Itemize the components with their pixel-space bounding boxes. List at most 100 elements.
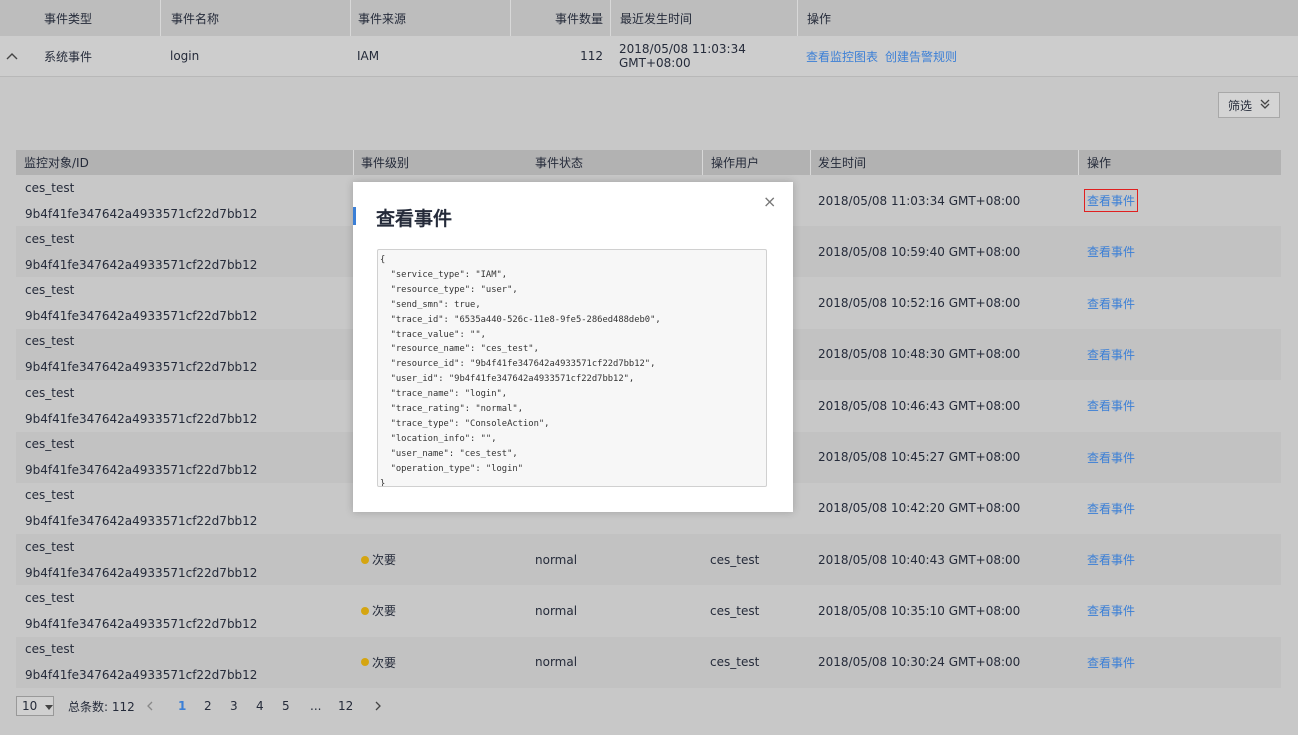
page-3[interactable]: 3	[230, 696, 238, 716]
monitor-object-id: 9b4f41fe347642a4933571cf22d7bb12	[25, 309, 258, 324]
page-12[interactable]: 12	[338, 696, 353, 716]
monitor-object-id: 9b4f41fe347642a4933571cf22d7bb12	[25, 616, 258, 631]
caret-down-icon	[45, 699, 54, 713]
occur-time: 2018/05/08 10:40:43 GMT+08:00	[818, 552, 1021, 567]
page-2[interactable]: 2	[204, 696, 212, 716]
header-latest-time: 最近发生时间	[610, 0, 797, 36]
view-event-label[interactable]: 查看事件	[1083, 189, 1139, 212]
monitor-object-name: ces_test	[25, 488, 75, 503]
view-event-dialog: 查看事件 × { "service_type": "IAM", "resourc…	[353, 182, 793, 512]
header-actions: 操作	[797, 0, 997, 36]
view-event-link[interactable]: 查看事件	[1087, 637, 1135, 688]
view-event-link[interactable]: 查看事件	[1087, 432, 1135, 483]
next-page-icon[interactable]	[374, 696, 382, 716]
create-alarm-rule-link[interactable]: 创建告警规则	[885, 36, 975, 76]
summary-time: 2018/05/08 11:03:34 GMT+08:00	[619, 42, 746, 70]
view-event-link[interactable]: 查看事件	[1087, 585, 1135, 636]
header-event-status: 事件状态	[535, 156, 584, 170]
view-monitoring-chart-label[interactable]: 查看监控图表	[806, 48, 878, 65]
filter-button[interactable]: 筛选	[1218, 92, 1280, 118]
event-status: normal	[535, 552, 578, 567]
view-event-label[interactable]: 查看事件	[1087, 295, 1135, 312]
occur-time: 2018/05/08 10:52:16 GMT+08:00	[818, 296, 1021, 311]
header-occur-time: 发生时间	[810, 150, 1078, 175]
monitor-object-id: 9b4f41fe347642a4933571cf22d7bb12	[25, 411, 258, 426]
page-ellipsis[interactable]: ...	[310, 696, 321, 716]
event-level: 次要	[361, 534, 396, 585]
table-row: ces_test 9b4f41fe347642a4933571cf22d7bb12…	[16, 636, 1281, 688]
summary-row: 系统事件 login IAM 112 2018/05/08 11:03:34 G…	[0, 36, 1298, 77]
monitor-object-name: ces_test	[25, 590, 75, 605]
monitor-object-id: 9b4f41fe347642a4933571cf22d7bb12	[25, 668, 258, 683]
occur-time: 2018/05/08 10:42:20 GMT+08:00	[818, 501, 1021, 516]
occur-time: 2018/05/08 10:59:40 GMT+08:00	[818, 244, 1021, 259]
event-status: normal	[535, 655, 578, 670]
view-monitoring-chart-link[interactable]: 查看监控图表	[806, 36, 886, 76]
prev-page-icon[interactable]	[146, 696, 154, 716]
summary-count: 112	[580, 49, 603, 63]
monitor-object-id: 9b4f41fe347642a4933571cf22d7bb12	[25, 565, 258, 580]
view-event-link[interactable]: 查看事件	[1087, 226, 1135, 277]
table-row: ces_test 9b4f41fe347642a4933571cf22d7bb12…	[16, 585, 1281, 637]
collapse-chevron-icon[interactable]	[6, 36, 26, 76]
close-icon[interactable]: ×	[763, 192, 776, 211]
header-event-count: 事件数量	[510, 0, 610, 36]
monitor-object-id: 9b4f41fe347642a4933571cf22d7bb12	[25, 463, 258, 477]
pagination: 10 总条数: 112 1 2 3 4 5 ... 12	[16, 696, 616, 716]
monitor-object-name: ces_test	[25, 231, 75, 246]
monitor-object-name: ces_test	[25, 334, 75, 349]
view-event-label[interactable]: 查看事件	[1087, 551, 1135, 568]
total-count: 总条数: 112	[68, 699, 135, 714]
event-summary-table: 事件类型 事件名称 事件来源 事件数量 最近发生时间 操作 系统事件 login…	[0, 0, 1298, 77]
view-event-label[interactable]: 查看事件	[1087, 243, 1135, 260]
event-level-label: 次要	[372, 655, 397, 670]
summary-type: 系统事件	[44, 49, 93, 64]
monitor-object-id: 9b4f41fe347642a4933571cf22d7bb12	[25, 206, 258, 221]
operator-user: ces_test	[710, 655, 760, 670]
operator-user: ces_test	[710, 552, 760, 567]
monitor-object-id: 9b4f41fe347642a4933571cf22d7bb12	[25, 360, 258, 375]
monitor-object-name: ces_test	[25, 180, 75, 195]
event-level-label: 次要	[372, 553, 397, 568]
minor-level-dot-icon	[361, 606, 369, 615]
monitor-object-name: ces_test	[25, 283, 75, 298]
view-event-link[interactable]: 查看事件	[1087, 329, 1135, 380]
monitor-object-name: ces_test	[25, 642, 75, 657]
monitor-object-id: 9b4f41fe347642a4933571cf22d7bb12	[25, 514, 258, 529]
event-level: 次要	[361, 637, 396, 688]
header-monitor-object: 监控对象/ID	[24, 156, 89, 170]
view-event-label[interactable]: 查看事件	[1087, 654, 1135, 671]
view-event-link[interactable]: 查看事件	[1087, 534, 1135, 585]
occur-time: 2018/05/08 10:48:30 GMT+08:00	[818, 347, 1021, 362]
page-1[interactable]: 1	[178, 696, 186, 716]
monitor-object-name: ces_test	[25, 437, 75, 451]
view-event-link[interactable]: 查看事件	[1087, 483, 1135, 534]
page-size-select[interactable]: 10	[16, 696, 54, 716]
title-accent-bar	[353, 207, 356, 225]
occur-time: 2018/05/08 11:03:34 GMT+08:00	[818, 193, 1021, 208]
view-event-label[interactable]: 查看事件	[1087, 397, 1135, 414]
header-event-action: 操作	[1078, 150, 1278, 175]
header-event-type: 事件类型	[44, 11, 93, 26]
occur-time: 2018/05/08 10:46:43 GMT+08:00	[818, 398, 1021, 413]
monitor-object-id: 9b4f41fe347642a4933571cf22d7bb12	[25, 257, 258, 272]
event-json-viewer: { "service_type": "IAM", "resource_type"…	[377, 249, 767, 487]
view-event-link[interactable]: 查看事件	[1087, 278, 1135, 329]
event-level: 次要	[361, 585, 396, 636]
double-chevron-down-icon	[1260, 98, 1270, 112]
view-event-link[interactable]: 查看事件	[1087, 380, 1135, 431]
event-status: normal	[535, 603, 578, 618]
view-event-label[interactable]: 查看事件	[1087, 500, 1135, 517]
create-alarm-rule-label[interactable]: 创建告警规则	[885, 48, 957, 65]
view-event-label[interactable]: 查看事件	[1087, 602, 1135, 619]
filter-label: 筛选	[1227, 98, 1252, 113]
header-event-level: 事件级别	[353, 150, 528, 175]
view-event-label[interactable]: 查看事件	[1087, 346, 1135, 363]
monitor-object-name: ces_test	[25, 385, 75, 400]
view-event-link[interactable]: 查看事件	[1083, 175, 1139, 226]
page-5[interactable]: 5	[282, 696, 290, 716]
occur-time: 2018/05/08 10:45:27 GMT+08:00	[818, 450, 1021, 464]
page-4[interactable]: 4	[256, 696, 264, 716]
view-event-label[interactable]: 查看事件	[1087, 449, 1135, 466]
dialog-title: 查看事件	[376, 208, 453, 230]
